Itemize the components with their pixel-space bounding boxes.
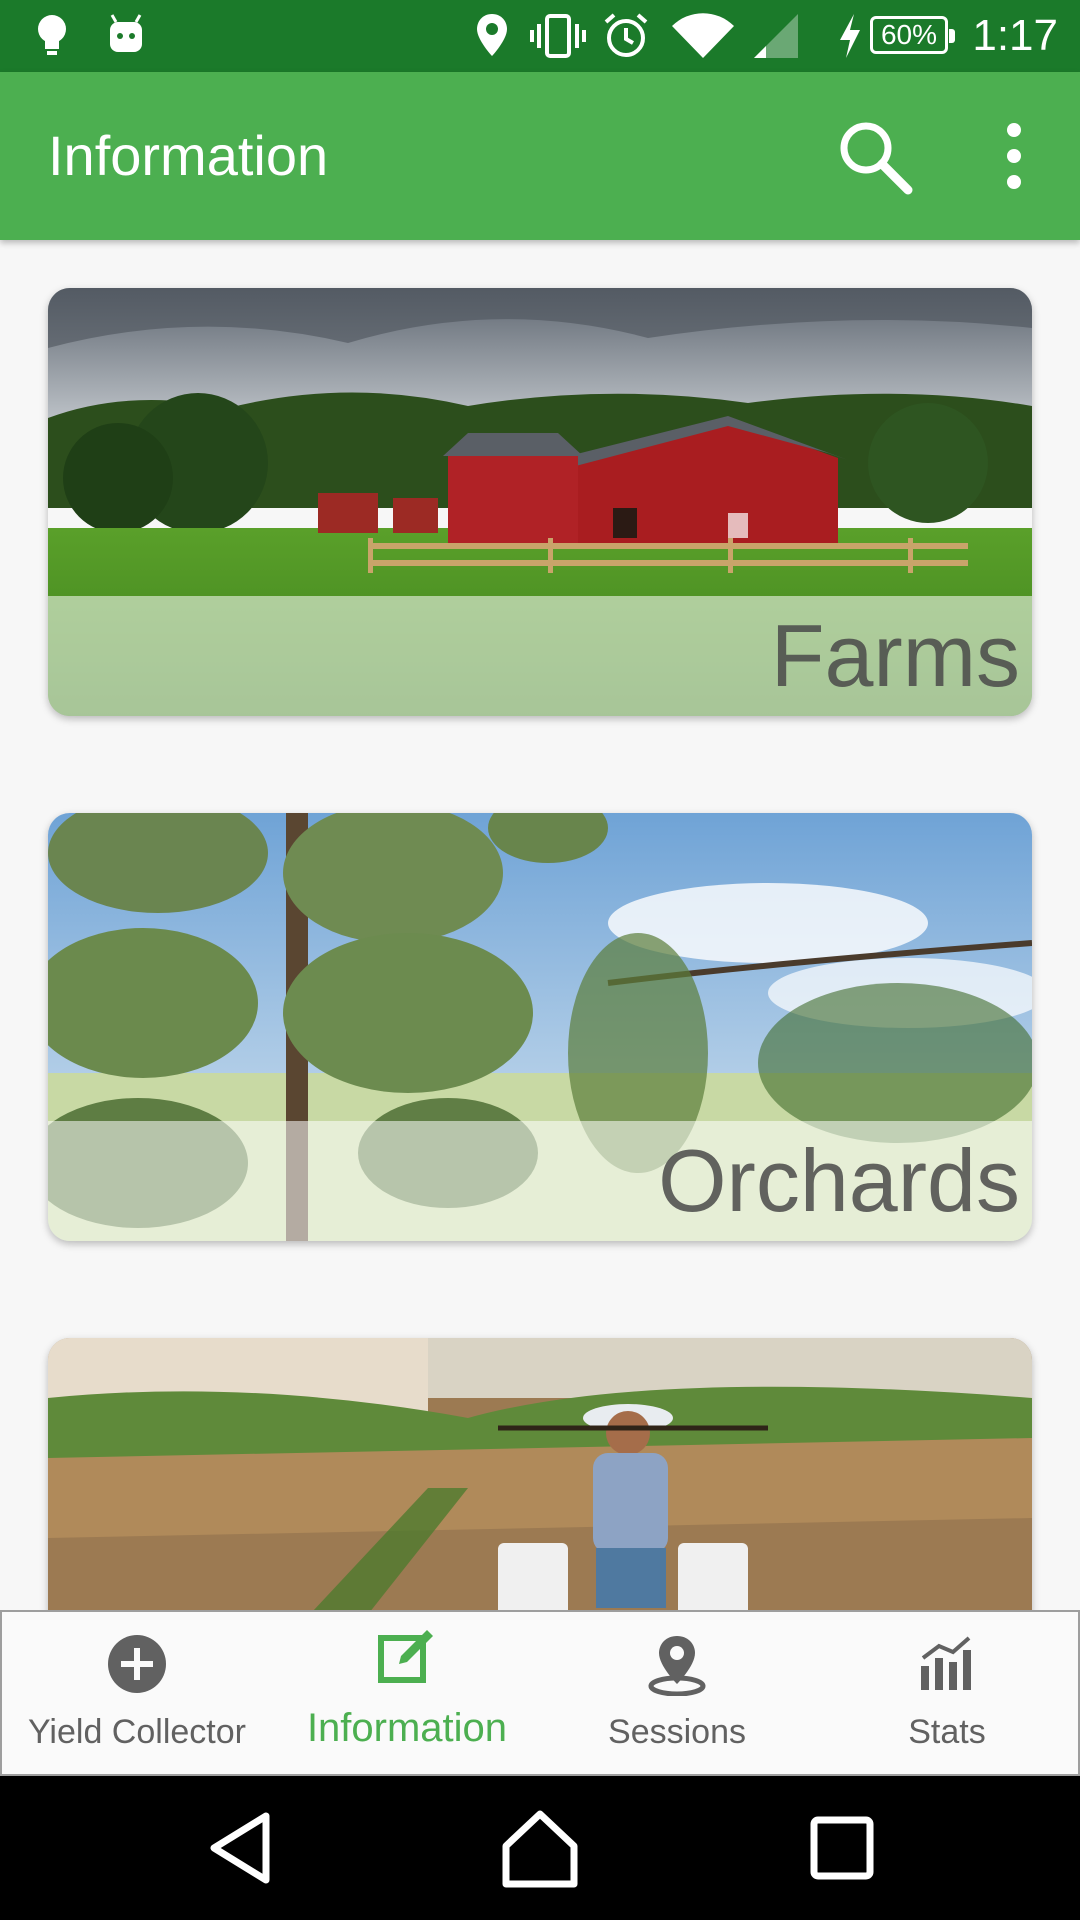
nav-stats[interactable]: Stats	[812, 1612, 1080, 1774]
charging-icon	[840, 14, 860, 58]
edit-icon	[378, 1630, 433, 1683]
card-farms[interactable]: Farms	[48, 288, 1032, 716]
wifi-icon	[672, 13, 734, 58]
bottom-navigation: Yield Collector Information Sessions Sta…	[0, 1610, 1080, 1776]
back-icon[interactable]	[200, 1806, 284, 1890]
card-orchards[interactable]: Orchards	[48, 813, 1032, 1241]
card-label: Farms	[770, 606, 1020, 705]
signal-icon	[754, 14, 798, 58]
app-bar: Information	[0, 72, 1080, 240]
home-icon[interactable]	[498, 1806, 582, 1890]
location-pin-icon	[648, 1636, 706, 1696]
recents-icon[interactable]	[800, 1806, 884, 1890]
clock: 1:17	[972, 11, 1058, 60]
add-circle-icon	[108, 1635, 166, 1693]
nav-label: Yield Collector	[28, 1713, 246, 1751]
location-icon	[477, 14, 507, 56]
more-vert-icon[interactable]	[970, 112, 1058, 200]
farmer-image	[48, 1338, 1032, 1610]
nav-yield-collector[interactable]: Yield Collector	[2, 1612, 272, 1774]
nav-sessions[interactable]: Sessions	[542, 1612, 812, 1774]
bar-chart-icon	[921, 1636, 971, 1690]
battery-indicator: 60%	[870, 16, 955, 54]
vibrate-icon	[530, 14, 586, 58]
status-bar: 60% 1:17	[0, 0, 1080, 72]
card-label: Orchards	[658, 1131, 1020, 1230]
card-list: Farms Orchards	[0, 240, 1080, 1610]
screen: 60% 1:17 Information Farms Orchards Yiel…	[0, 0, 1080, 1920]
alarm-icon	[604, 13, 648, 57]
nav-label: Information	[306, 1706, 508, 1750]
nav-information[interactable]: Information	[272, 1612, 542, 1774]
nav-label: Stats	[908, 1713, 986, 1751]
bulb-icon	[38, 15, 66, 55]
android-icon	[110, 14, 142, 52]
nav-label: Sessions	[608, 1713, 746, 1751]
page-title: Information	[48, 124, 329, 187]
card-farmer[interactable]	[48, 1338, 1032, 1610]
search-icon[interactable]	[830, 112, 918, 200]
system-navigation-bar	[0, 1776, 1080, 1920]
